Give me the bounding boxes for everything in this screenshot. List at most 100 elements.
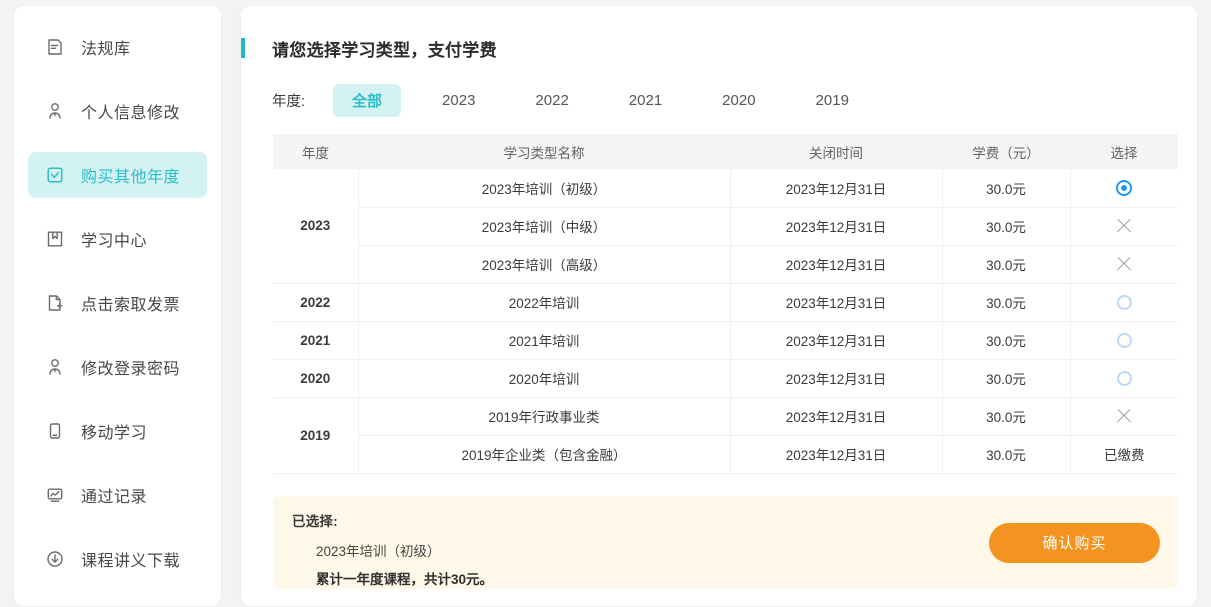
table-row[interactable]: 20232023年培训（初级）2023年12月31日30.0元 <box>273 169 1178 207</box>
sidebar-item-5[interactable]: 修改登录密码 <box>28 344 207 390</box>
title-accent-bar <box>241 38 245 58</box>
table-row[interactable]: 2019年企业类（包含金融）2023年12月31日30.0元 已缴费 <box>273 435 1178 473</box>
row-name-cell: 2023年培训（初级） <box>358 169 730 207</box>
row-name-cell: 2023年培训（高级） <box>358 245 730 283</box>
year-filter-bar: 年度: 全部 2023 2022 2021 2020 2019 <box>272 85 1197 115</box>
row-name-cell: 2019年企业类（包含金融） <box>358 435 730 473</box>
row-select-cell[interactable] <box>1070 321 1178 359</box>
row-select-cell[interactable] <box>1070 245 1178 283</box>
download-circle-icon <box>45 549 65 569</box>
radio-selected-icon[interactable] <box>1116 180 1132 196</box>
sidebar-item-8[interactable]: 课程讲义下载 <box>28 536 207 582</box>
row-fee-cell: 30.0元 <box>942 283 1070 321</box>
column-header-0: 年度 <box>273 134 358 169</box>
row-year-cell: 2020 <box>273 359 358 397</box>
close-x-icon <box>1115 217 1133 235</box>
row-close-cell: 2023年12月31日 <box>730 207 942 245</box>
column-header-2: 关闭时间 <box>730 134 942 169</box>
column-header-4: 选择 <box>1070 134 1178 169</box>
table-row[interactable]: 20212021年培训2023年12月31日30.0元 <box>273 321 1178 359</box>
row-year-cell: 2019 <box>273 397 358 473</box>
table-head: 年度学习类型名称关闭时间学费（元）选择 <box>273 134 1178 169</box>
row-year-cell: 2022 <box>273 283 358 321</box>
year-chip-2019[interactable]: 2019 <box>797 86 868 115</box>
sidebar-item-label: 修改登录密码 <box>81 355 180 379</box>
row-select-cell[interactable] <box>1070 359 1178 397</box>
year-filter-label: 年度: <box>272 90 305 111</box>
selection-summary-panel: 已选择: 2023年培训（初级） 累计一年度课程，共计30元。 确认购买 <box>273 496 1178 589</box>
radio-unselected-icon[interactable] <box>1117 371 1132 386</box>
row-close-cell: 2023年12月31日 <box>730 321 942 359</box>
table-row[interactable]: 20192019年行政事业类2023年12月31日30.0元 <box>273 397 1178 435</box>
year-chip-2020[interactable]: 2020 <box>703 86 774 115</box>
table-header-row: 年度学习类型名称关闭时间学费（元）选择 <box>273 134 1178 169</box>
table-row[interactable]: 2023年培训（中级）2023年12月31日30.0元 <box>273 207 1178 245</box>
row-fee-cell: 30.0元 <box>942 321 1070 359</box>
sidebar-item-7[interactable]: 通过记录 <box>28 472 207 518</box>
row-close-cell: 2023年12月31日 <box>730 435 942 473</box>
year-chip-2022[interactable]: 2022 <box>516 86 587 115</box>
close-x-icon <box>1115 255 1133 273</box>
row-fee-cell: 30.0元 <box>942 245 1070 283</box>
row-select-cell[interactable] <box>1070 397 1178 435</box>
summary-total: 累计一年度课程，共计30元。 <box>316 568 1178 588</box>
paid-status-label: 已缴费 <box>1104 448 1145 463</box>
table-row[interactable]: 2023年培训（高级）2023年12月31日30.0元 <box>273 245 1178 283</box>
row-close-cell: 2023年12月31日 <box>730 397 942 435</box>
user-icon <box>45 101 65 121</box>
mobile-icon <box>45 421 65 441</box>
file-plus-icon <box>45 293 65 313</box>
year-chip-全部[interactable]: 全部 <box>333 84 401 117</box>
row-name-cell: 2022年培训 <box>358 283 730 321</box>
row-name-cell: 2021年培训 <box>358 321 730 359</box>
sidebar-item-label: 学习中心 <box>81 227 147 251</box>
table-row[interactable]: 20222022年培训2023年12月31日30.0元 <box>273 283 1178 321</box>
sidebar-item-4[interactable]: 点击索取发票 <box>28 280 207 326</box>
row-select-cell[interactable] <box>1070 169 1178 207</box>
sidebar-item-2[interactable]: 购买其他年度 <box>28 152 207 198</box>
study-type-table-wrap: 年度学习类型名称关闭时间学费（元）选择 20232023年培训（初级）2023年… <box>273 134 1178 474</box>
sidebar-item-label: 移动学习 <box>81 419 147 443</box>
row-close-cell: 2023年12月31日 <box>730 169 942 207</box>
sidebar-nav: 法规库个人信息修改购买其他年度学习中心点击索取发票修改登录密码移动学习通过记录课… <box>14 6 221 606</box>
row-year-cell: 2023 <box>273 169 358 283</box>
row-close-cell: 2023年12月31日 <box>730 283 942 321</box>
study-type-table: 年度学习类型名称关闭时间学费（元）选择 20232023年培训（初级）2023年… <box>273 134 1178 474</box>
sidebar-item-label: 点击索取发票 <box>81 291 180 315</box>
row-close-cell: 2023年12月31日 <box>730 359 942 397</box>
year-chip-2023[interactable]: 2023 <box>423 86 494 115</box>
row-fee-cell: 30.0元 <box>942 397 1070 435</box>
sidebar-item-3[interactable]: 学习中心 <box>28 216 207 262</box>
main-content-card: 请您选择学习类型，支付学费 年度: 全部20232022202120202019… <box>241 6 1197 606</box>
row-select-cell[interactable]: 已缴费 <box>1070 435 1178 473</box>
app-root: 法规库个人信息修改购买其他年度学习中心点击索取发票修改登录密码移动学习通过记录课… <box>0 0 1211 607</box>
year-chip-2021[interactable]: 2021 <box>610 86 681 115</box>
sidebar-item-0[interactable]: 法规库 <box>28 24 207 70</box>
table-row[interactable]: 20202020年培训2023年12月31日30.0元 <box>273 359 1178 397</box>
row-fee-cell: 30.0元 <box>942 359 1070 397</box>
confirm-purchase-button[interactable]: 确认购买 <box>989 523 1160 563</box>
column-header-3: 学费（元） <box>942 134 1070 169</box>
sidebar-item-label: 通过记录 <box>81 483 147 507</box>
column-header-1: 学习类型名称 <box>358 134 730 169</box>
row-select-cell[interactable] <box>1070 207 1178 245</box>
checkbox-check-icon <box>45 165 65 185</box>
page-title-row: 请您选择学习类型，支付学费 <box>241 37 1197 59</box>
sidebar-item-label: 个人信息修改 <box>81 99 180 123</box>
radio-unselected-icon[interactable] <box>1117 295 1132 310</box>
chart-line-icon <box>45 485 65 505</box>
row-fee-cell: 30.0元 <box>942 435 1070 473</box>
page-title: 请您选择学习类型，支付学费 <box>272 36 497 61</box>
user-icon <box>45 357 65 377</box>
row-fee-cell: 30.0元 <box>942 169 1070 207</box>
sidebar-item-6[interactable]: 移动学习 <box>28 408 207 454</box>
row-close-cell: 2023年12月31日 <box>730 245 942 283</box>
sidebar-item-1[interactable]: 个人信息修改 <box>28 88 207 134</box>
sidebar-item-label: 课程讲义下载 <box>81 547 180 571</box>
radio-unselected-icon[interactable] <box>1117 333 1132 348</box>
row-fee-cell: 30.0元 <box>942 207 1070 245</box>
row-select-cell[interactable] <box>1070 283 1178 321</box>
row-name-cell: 2019年行政事业类 <box>358 397 730 435</box>
sidebar-item-label: 法规库 <box>81 35 131 59</box>
row-name-cell: 2020年培训 <box>358 359 730 397</box>
